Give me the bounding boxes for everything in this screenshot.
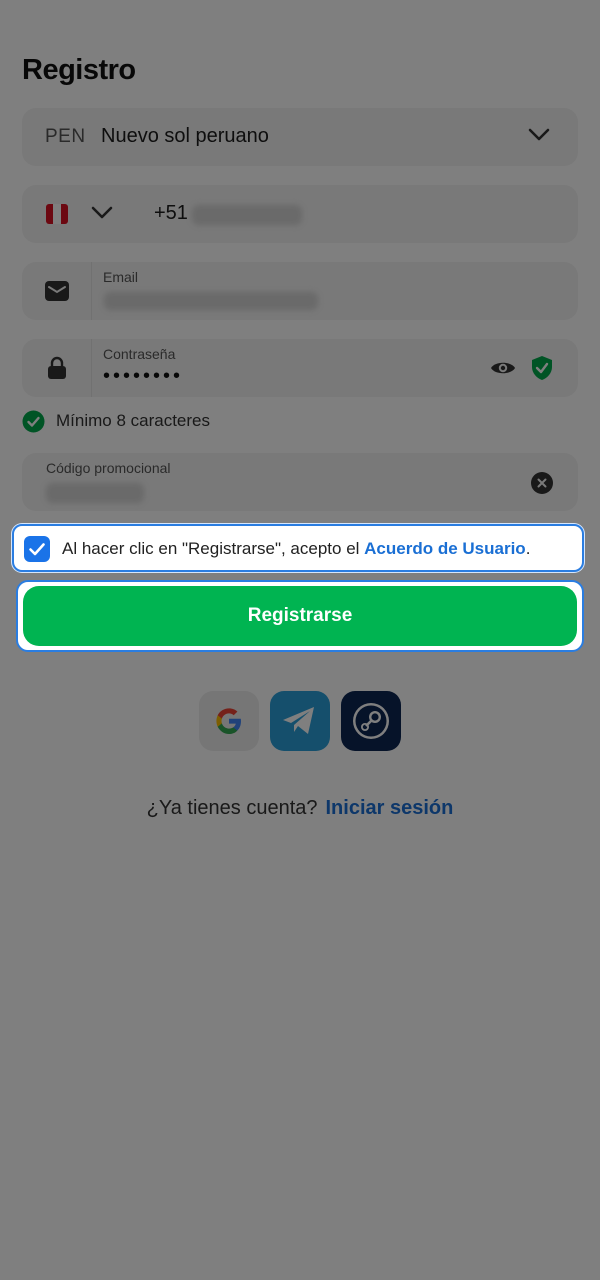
password-hint: Mínimo 8 caracteres [22,409,210,433]
email-icon-container [22,262,92,320]
user-agreement-link[interactable]: Acuerdo de Usuario [364,539,526,558]
register-button[interactable]: Registrarse [23,586,577,646]
peru-flag-icon[interactable] [46,204,68,224]
steam-login-button[interactable] [341,691,401,751]
terms-text-before: Al hacer clic en "Registrarse", acepto e… [62,539,365,558]
email-field[interactable]: Email [22,262,578,320]
shield-check-icon [532,356,552,380]
promo-code-field[interactable]: Código promocional [22,453,578,511]
registration-page: Registro PEN Nuevo sol peruano +51 Email [0,0,600,1280]
lock-icon [48,356,66,379]
terms-text: Al hacer clic en "Registrarse", acepto e… [62,539,530,559]
register-button-highlight: Registrarse [16,580,584,652]
promo-code-value-redacted [46,483,144,503]
google-icon [216,708,241,734]
password-label: Contraseña [103,346,176,362]
currency-select[interactable]: PEN Nuevo sol peruano [22,108,578,166]
email-value-redacted [104,292,318,310]
login-link[interactable]: Iniciar sesión [326,797,454,819]
password-field[interactable]: Contraseña •••••••• [22,339,578,397]
mail-icon [45,281,69,301]
telegram-icon [283,707,314,734]
phone-number-redacted [192,205,302,225]
phone-prefix: +51 [154,202,188,224]
password-masked-value: •••••••• [103,365,184,387]
terms-checkbox[interactable] [24,536,50,562]
chevron-down-icon[interactable] [91,206,113,220]
phone-field[interactable]: +51 [22,185,578,243]
google-login-button[interactable] [199,691,259,751]
currency-name: Nuevo sol peruano [101,125,269,147]
terms-text-after: . [525,539,531,558]
login-prompt: ¿Ya tienes cuenta? Iniciar sesión [0,797,600,820]
telegram-login-button[interactable] [270,691,330,751]
password-icon-container [22,339,92,397]
promo-code-label: Código promocional [46,460,171,476]
steam-icon [353,703,389,739]
currency-code: PEN [45,126,86,147]
chevron-down-icon [528,128,550,141]
page-title: Registro [22,54,136,86]
login-question: ¿Ya tienes cuenta? [146,797,318,819]
terms-agreement[interactable]: Al hacer clic en "Registrarse", acepto e… [12,524,584,572]
password-hint-text: Mínimo 8 caracteres [56,411,210,430]
checkmark-icon [29,543,45,556]
eye-icon[interactable] [490,359,516,377]
check-circle-icon [22,410,45,432]
email-label: Email [103,269,139,285]
clear-icon[interactable] [531,472,553,494]
